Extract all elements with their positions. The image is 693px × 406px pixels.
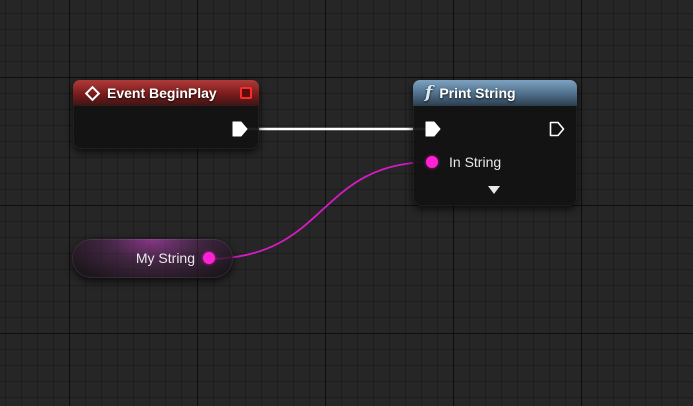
my-string-output-row[interactable]: My String bbox=[136, 250, 215, 266]
function-icon: f bbox=[425, 83, 433, 103]
wires-layer bbox=[206, 127, 433, 260]
print-string-header[interactable]: f Print String bbox=[413, 80, 577, 106]
print-string-node[interactable]: f Print String In String bbox=[413, 80, 577, 206]
exec-out-pin-icon[interactable] bbox=[232, 121, 248, 137]
advanced-expand-arrow-icon[interactable] bbox=[488, 186, 500, 194]
my-string-variable-node[interactable]: My String bbox=[72, 239, 233, 278]
my-string-label: My String bbox=[135, 250, 195, 266]
string-wire[interactable] bbox=[206, 161, 433, 260]
exec-out-pin-icon[interactable] bbox=[549, 121, 565, 137]
event-diamond-icon bbox=[84, 85, 101, 101]
string-pin-icon[interactable] bbox=[203, 252, 215, 264]
exec-in-pin-icon[interactable] bbox=[425, 121, 441, 137]
event-beginplay-header[interactable]: Event BeginPlay bbox=[73, 80, 259, 106]
string-pin-icon[interactable] bbox=[426, 156, 438, 168]
delegate-pin-icon[interactable] bbox=[240, 87, 252, 99]
event-beginplay-title: Event BeginPlay bbox=[107, 85, 217, 101]
event-beginplay-node[interactable]: Event BeginPlay bbox=[73, 80, 259, 149]
blueprint-graph-canvas[interactable]: Event BeginPlay f Print String In String bbox=[0, 0, 693, 406]
print-string-title: Print String bbox=[439, 85, 516, 101]
in-string-label: In String bbox=[449, 154, 502, 170]
in-string-pin-row[interactable]: In String bbox=[426, 154, 501, 170]
